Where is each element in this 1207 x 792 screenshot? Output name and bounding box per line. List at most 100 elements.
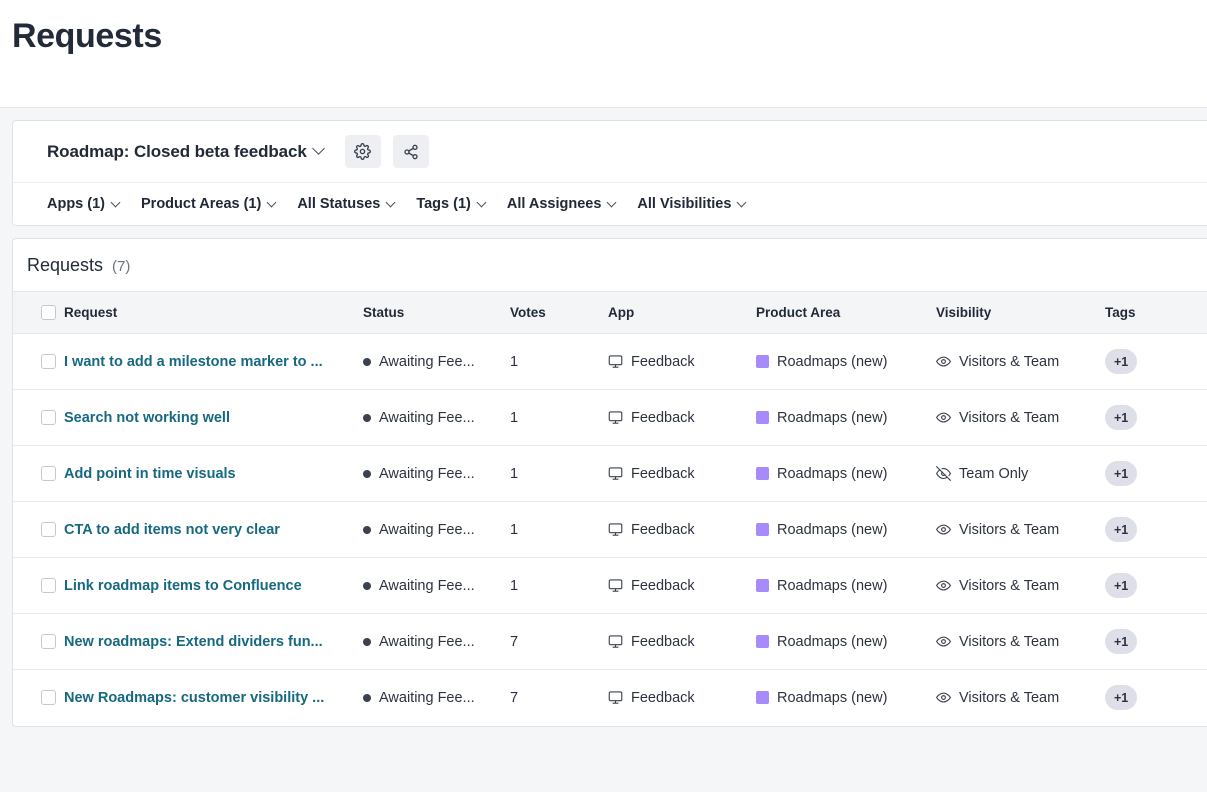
request-title-link[interactable]: Link roadmap items to Confluence [64,578,326,594]
board-share-button[interactable] [392,135,429,168]
select-all-checkbox[interactable] [41,305,56,320]
product-area-color-swatch [756,355,769,368]
app-cell: Feedback [608,613,756,670]
product-area-color-swatch [756,579,769,592]
request-title-link[interactable]: CTA to add items not very clear [64,522,326,538]
monitor-icon [608,411,623,424]
status-cell: Awaiting Fee... [363,613,510,670]
visibility-cell: Team Only [936,445,1105,502]
product-area-label: Roadmaps (new) [777,689,888,706]
board-settings-button[interactable] [344,135,381,168]
app-label: Feedback [631,577,695,594]
monitor-icon [608,635,623,648]
tag-overflow-badge[interactable]: +1 [1105,573,1138,598]
board-toolbar-card: Roadmap: Closed beta feedback Apps (1) P… [12,120,1207,226]
tag-overflow-badge[interactable]: +1 [1105,685,1138,711]
chevron-down-icon [385,197,396,207]
row-checkbox[interactable] [41,522,56,537]
filter-visibilities[interactable]: All Visibilities [637,196,747,212]
requests-table: Request Status Votes App Product Area Vi… [13,291,1207,726]
visibility-cell: Visitors & Team [936,389,1105,446]
product-area-color-swatch [756,467,769,480]
status-label: Awaiting Fee... [379,577,475,594]
visibility-cell: Visitors & Team [936,670,1105,726]
chevron-down-icon [110,197,121,207]
filter-apps[interactable]: Apps (1) [47,196,121,212]
request-title-cell: Link roadmap items to Confluence [64,557,363,614]
monitor-icon [608,691,623,704]
row-checkbox[interactable] [41,466,56,481]
board-selector[interactable]: Roadmap: Closed beta feedback [47,141,325,162]
app-cell: Feedback [608,389,756,446]
request-title-link[interactable]: New Roadmaps: customer visibility ... [64,690,326,706]
request-title-cell: New roadmaps: Extend dividers fun... [64,613,363,670]
column-header-app[interactable]: App [608,291,756,334]
select-all-header [13,291,64,334]
column-header-tags[interactable]: Tags [1105,291,1207,334]
page-header: Requests [0,0,1207,108]
status-label: Awaiting Fee... [379,409,475,426]
tag-overflow-badge[interactable]: +1 [1105,405,1138,430]
votes-cell: 1 [510,389,608,446]
status-dot-icon [363,469,371,478]
request-title-link[interactable]: Add point in time visuals [64,466,326,482]
status-dot-icon [363,413,371,422]
row-checkbox[interactable] [41,354,56,369]
filter-product-areas[interactable]: Product Areas (1) [141,196,277,212]
status-cell: Awaiting Fee... [363,389,510,446]
row-checkbox[interactable] [41,410,56,425]
app-cell: Feedback [608,557,756,614]
table-row[interactable]: I want to add a milestone marker to ... … [13,333,1207,390]
table-row[interactable]: New Roadmaps: customer visibility ... Aw… [13,670,1207,726]
votes-cell: 1 [510,333,608,390]
request-title-cell: New Roadmaps: customer visibility ... [64,670,363,726]
visibility-cell: Visitors & Team [936,501,1105,558]
app-label: Feedback [631,409,695,426]
product-area-label: Roadmaps (new) [777,353,888,370]
tags-cell: +1 [1105,613,1207,670]
status-label: Awaiting Fee... [379,521,475,538]
tag-overflow-badge[interactable]: +1 [1105,629,1138,654]
status-cell: Awaiting Fee... [363,670,510,726]
row-checkbox[interactable] [41,578,56,593]
tag-overflow-badge[interactable]: +1 [1105,517,1138,542]
row-checkbox[interactable] [41,690,56,706]
product-area-color-swatch [756,523,769,536]
request-title-cell: CTA to add items not very clear [64,501,363,558]
share-icon [404,144,418,159]
table-row[interactable]: Add point in time visuals Awaiting Fee..… [13,445,1207,502]
product-area-cell: Roadmaps (new) [756,670,936,726]
tag-overflow-badge[interactable]: +1 [1105,461,1138,486]
app-label: Feedback [631,465,695,482]
column-header-visibility[interactable]: Visibility [936,291,1105,334]
app-cell: Feedback [608,501,756,558]
visibility-label: Visitors & Team [959,409,1060,426]
column-header-request[interactable]: Request [64,291,363,334]
monitor-icon [608,467,623,480]
request-title-link[interactable]: New roadmaps: Extend dividers fun... [64,634,326,650]
board-toolbar-row: Roadmap: Closed beta feedback [13,121,1207,183]
request-title-cell: Search not working well [64,389,363,446]
tag-overflow-badge[interactable]: +1 [1105,349,1138,374]
column-header-status[interactable]: Status [363,291,510,334]
status-dot-icon [363,525,371,534]
requests-table-card: Requests (7) Request Status Votes App Pr… [12,238,1207,727]
tags-cell: +1 [1105,333,1207,390]
column-header-product-area[interactable]: Product Area [756,291,936,334]
row-checkbox[interactable] [41,634,56,649]
filter-statuses[interactable]: All Statuses [297,196,396,212]
table-row[interactable]: Link roadmap items to Confluence Awaitin… [13,557,1207,614]
table-row[interactable]: New roadmaps: Extend dividers fun... Awa… [13,613,1207,670]
filter-tags[interactable]: Tags (1) [416,196,487,212]
monitor-icon [608,523,623,536]
column-header-votes[interactable]: Votes [510,291,608,334]
request-title-link[interactable]: I want to add a milestone marker to ... [64,354,326,370]
table-row[interactable]: CTA to add items not very clear Awaiting… [13,501,1207,558]
requests-heading: Requests [27,255,104,275]
product-area-cell: Roadmaps (new) [756,389,936,446]
request-title-link[interactable]: Search not working well [64,410,326,426]
board-name-label: Roadmap: Closed beta feedback [47,141,307,161]
filter-assignees[interactable]: All Assignees [507,196,617,212]
table-row[interactable]: Search not working well Awaiting Fee... … [13,389,1207,446]
status-dot-icon [363,357,371,366]
